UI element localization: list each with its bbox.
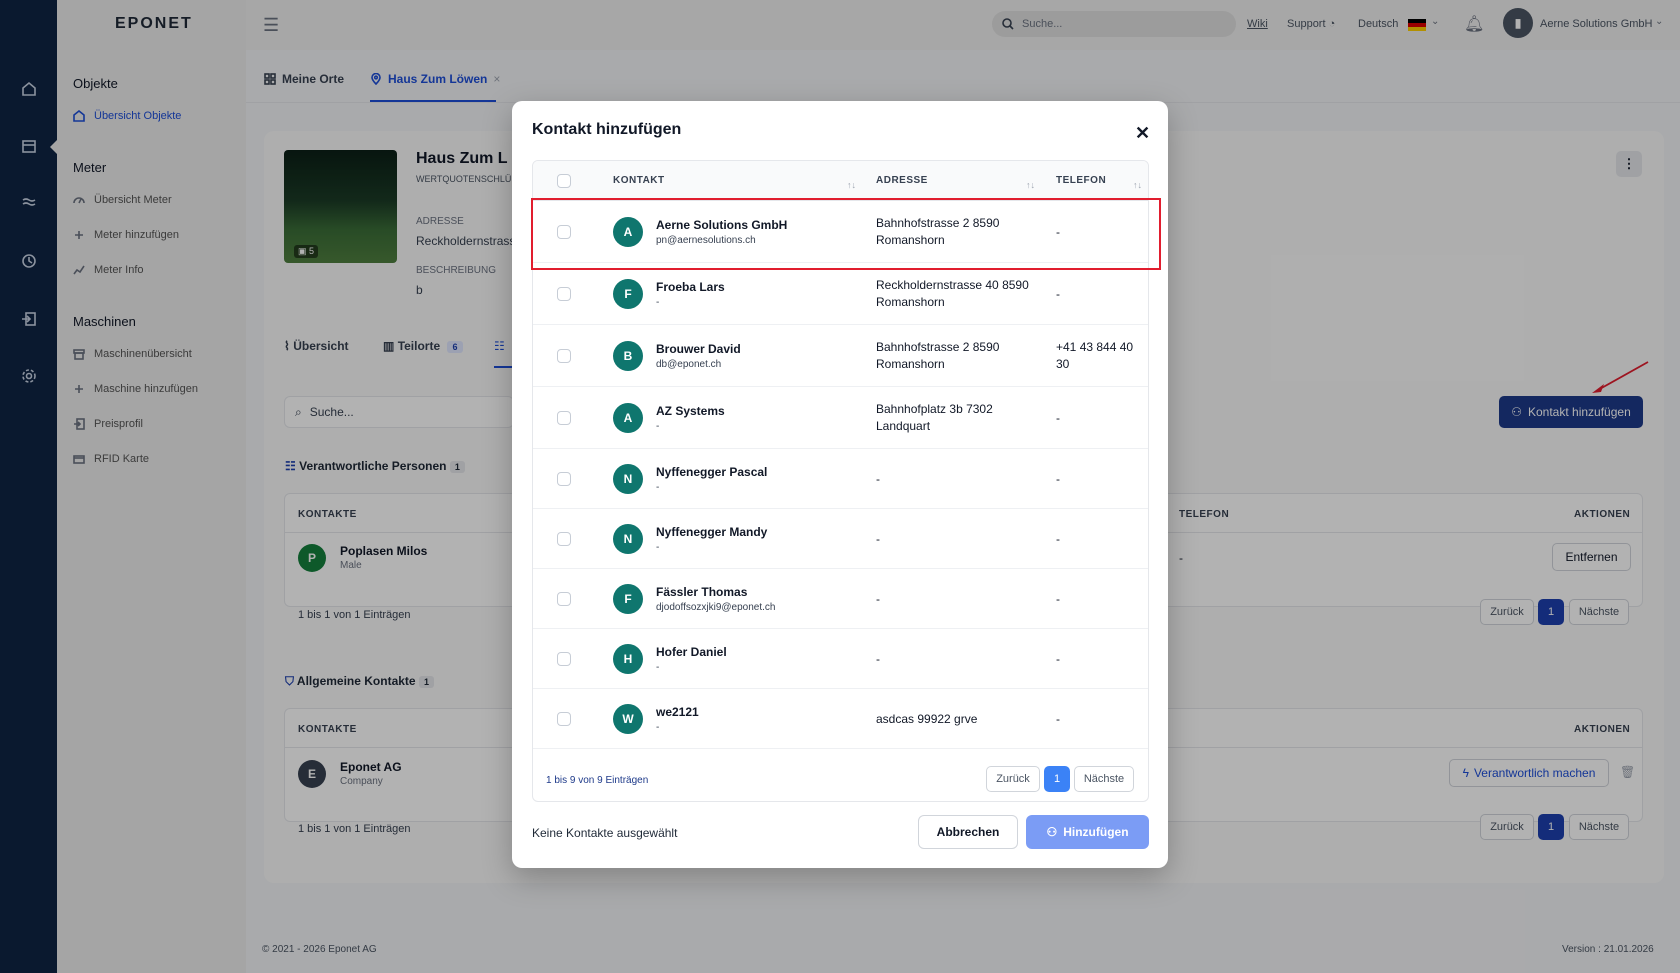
close-icon[interactable]: ✕	[1135, 123, 1150, 144]
contact-name: we2121	[656, 705, 699, 719]
sort-icon[interactable]: ↑↓	[847, 180, 856, 190]
table-row[interactable]: N Nyffenegger Mandy - - -	[533, 509, 1148, 569]
user-plus-icon: ⚇	[1046, 825, 1058, 839]
sort-icon[interactable]: ↑↓	[1026, 180, 1035, 190]
avatar: B	[613, 341, 643, 371]
contact-phone: -	[1056, 531, 1060, 546]
table-row[interactable]: Wwe2121 - asdcas 99922 grve -	[533, 689, 1148, 749]
contact-name: Fässler Thomas	[656, 585, 748, 599]
contact-name: Nyffenegger Pascal	[656, 465, 768, 479]
contact-address: -	[876, 651, 880, 666]
contact-email: -	[656, 722, 660, 733]
avatar: F	[613, 279, 643, 309]
contact-name: AZ Systems	[656, 404, 725, 418]
contact-phone: -	[1056, 286, 1060, 301]
row-checkbox[interactable]	[557, 712, 571, 726]
contact-name: Froeba Lars	[656, 280, 725, 294]
sort-icon[interactable]: ↑↓	[1133, 180, 1142, 190]
prev-button[interactable]: Zurück	[986, 766, 1040, 792]
col-address[interactable]: ADRESSE	[876, 175, 928, 186]
highlight-box	[531, 198, 1161, 270]
contact-phone: -	[1056, 711, 1060, 726]
contact-name: Hofer Daniel	[656, 645, 727, 659]
modal-title: Kontakt hinzufügen	[532, 121, 682, 138]
row-checkbox[interactable]	[557, 472, 571, 486]
contact-address: -	[876, 471, 880, 486]
table-row[interactable]: F Fässler Thomas djodoffsozxjki9@eponet.ch…	[533, 569, 1148, 629]
row-checkbox[interactable]	[557, 592, 571, 606]
contact-address: Reckholdernstrasse 40 8590 Romanshorn	[876, 278, 1029, 309]
contact-email: -	[656, 662, 660, 673]
contact-phone: +41 43 844 40 30	[1056, 340, 1134, 371]
modal-table-footer: 1 bis 9 von 9 Einträgen	[546, 775, 649, 786]
contact-name: Nyffenegger Mandy	[656, 525, 768, 539]
col-contact[interactable]: KONTAKT	[613, 175, 665, 186]
contact-address: Bahnhofplatz 3b 7302 Landquart	[876, 402, 993, 433]
contact-name: Brouwer David	[656, 342, 741, 356]
avatar: W	[613, 704, 643, 734]
contact-address: -	[876, 531, 880, 546]
contact-phone: -	[1056, 651, 1060, 666]
table-row[interactable]: F Froeba Lars - Reckholdernstrasse 40 8590 R…	[533, 263, 1148, 325]
col-phone[interactable]: TELEFON	[1056, 175, 1106, 186]
contact-email: db@eponet.ch	[656, 359, 722, 370]
next-button[interactable]: Nächste	[1074, 766, 1134, 792]
contact-email: djodoffsozxjki9@eponet.ch	[656, 602, 776, 613]
avatar: A	[613, 403, 643, 433]
cancel-button[interactable]: Abbrechen	[918, 815, 1018, 849]
select-all-checkbox[interactable]	[557, 174, 571, 188]
table-row[interactable]: N Nyffenegger Pascal - - -	[533, 449, 1148, 509]
row-checkbox[interactable]	[557, 532, 571, 546]
contact-phone: -	[1056, 471, 1060, 486]
avatar: H	[613, 644, 643, 674]
page-1-button[interactable]: 1	[1044, 766, 1070, 792]
table-row[interactable]: H Hofer Daniel - - -	[533, 629, 1148, 689]
table-row[interactable]: A AZ Systems - Bahnhofplatz 3b 7302 Landquar…	[533, 387, 1148, 449]
contact-email: -	[656, 421, 660, 432]
contact-email: -	[656, 482, 660, 493]
avatar: N	[613, 524, 643, 554]
contact-address: Bahnhofstrasse 2 8590 Romanshorn	[876, 340, 1000, 371]
contact-email: -	[656, 297, 660, 308]
contact-phone: -	[1056, 591, 1060, 606]
row-checkbox[interactable]	[557, 349, 571, 363]
contact-phone: -	[1056, 410, 1060, 425]
row-checkbox[interactable]	[557, 652, 571, 666]
selection-status: Keine Kontakte ausgewählt	[532, 826, 678, 840]
contact-address: asdcas 99922 grve	[876, 711, 978, 726]
row-checkbox[interactable]	[557, 287, 571, 301]
table-row[interactable]: B Brouwer David db@eponet.ch Bahnhofstrasse…	[533, 325, 1148, 387]
avatar: N	[613, 464, 643, 494]
contact-email: -	[656, 542, 660, 553]
add-button[interactable]: ⚇ Hinzufügen	[1026, 815, 1149, 849]
row-checkbox[interactable]	[557, 411, 571, 425]
contact-address: -	[876, 591, 880, 606]
table-header: KONTAKT ↑↓ ADRESSE ↑↓ TELEFON ↑↓	[533, 161, 1148, 201]
avatar: F	[613, 584, 643, 614]
